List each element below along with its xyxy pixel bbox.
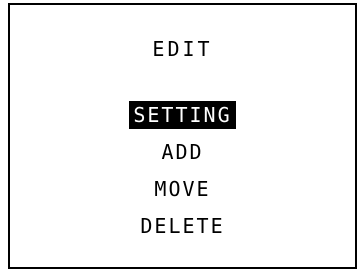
menu-item-add[interactable]: ADD [157, 138, 207, 166]
lcd-screen: EDIT SETTING ADD MOVE DELETE [8, 3, 357, 269]
edit-menu: SETTING ADD MOVE DELETE [10, 101, 355, 249]
menu-item-setting[interactable]: SETTING [129, 101, 236, 129]
menu-title: EDIT [152, 37, 213, 61]
menu-item-move[interactable]: MOVE [150, 175, 214, 203]
menu-item-delete[interactable]: DELETE [136, 212, 228, 240]
